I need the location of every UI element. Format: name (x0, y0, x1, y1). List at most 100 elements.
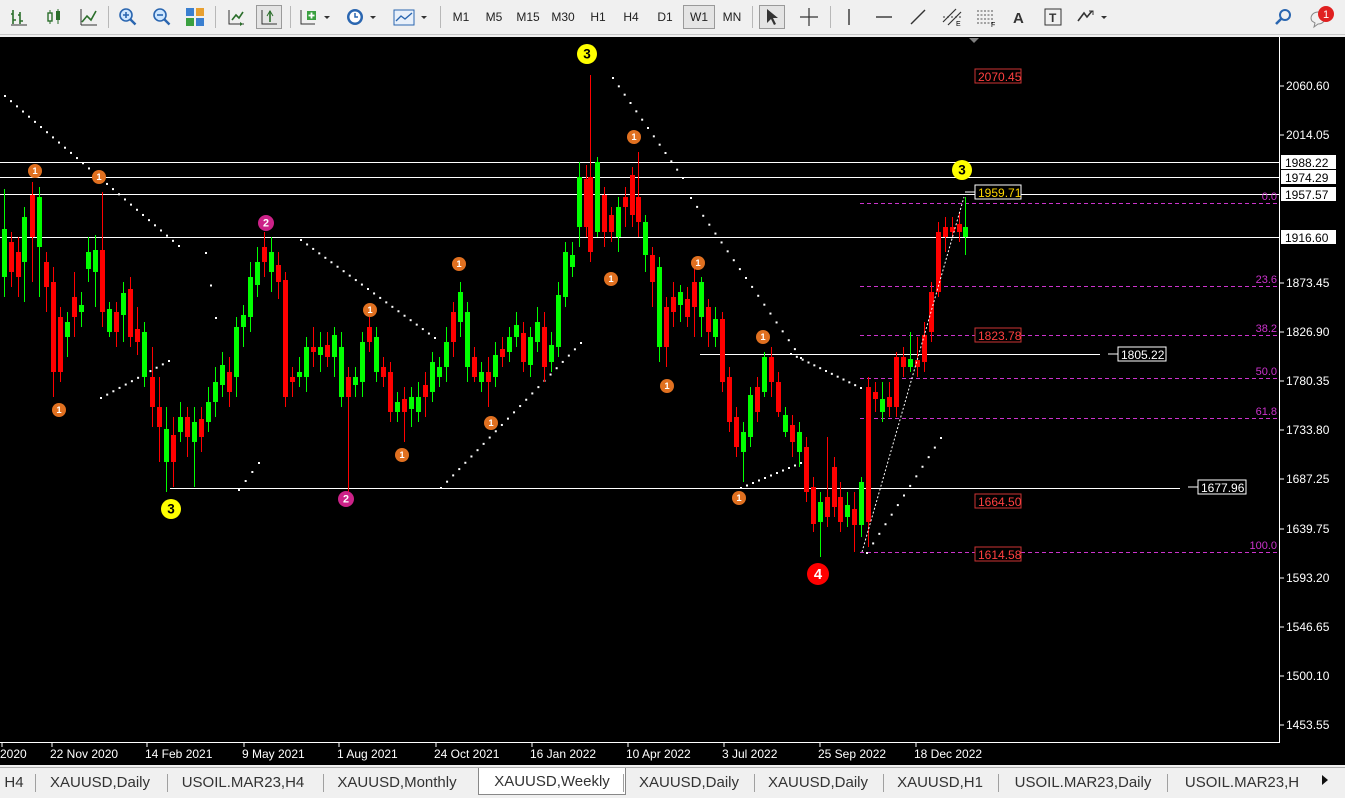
price-chart[interactable]: 1988.221974.29 1957.57 1916.60 0.0 23.6 38.2… (0, 37, 1345, 765)
timeframe-m1-button[interactable]: M1 (445, 5, 477, 29)
chart-tab[interactable]: USOIL.MAR23,H4 (172, 771, 314, 794)
time-tick-label: 22 Nov 2020 (50, 747, 118, 761)
sar-dot (702, 214, 705, 217)
sar-dot (148, 219, 150, 222)
line-price-tag: 1805.22 (1121, 348, 1165, 362)
timeframe-m5-button[interactable]: M5 (478, 5, 510, 29)
candle-body (213, 382, 218, 402)
timeframe-h4-button[interactable]: H4 (615, 5, 647, 29)
trendline-icon[interactable] (905, 5, 931, 29)
timeframe-w1-button[interactable]: W1 (683, 5, 715, 29)
sar-dot (757, 294, 760, 297)
elliott-wave-label: 1 (456, 259, 461, 270)
periods-icon[interactable] (344, 5, 380, 29)
chart-tab[interactable]: XAUUSD,Monthly (328, 771, 466, 794)
candle-body (845, 505, 850, 517)
sar-dot (205, 252, 207, 254)
candle-body (9, 242, 14, 272)
arrows-icon[interactable] (1074, 5, 1112, 29)
candle-body (416, 397, 421, 412)
chart-tab[interactable]: USOIL.MAR23,H (1172, 771, 1312, 794)
horizontal-line-icon[interactable] (871, 5, 897, 29)
sar-dot (878, 532, 881, 535)
zoom-out-icon[interactable] (149, 5, 175, 29)
autoscroll-icon[interactable] (223, 5, 249, 29)
vertical-line-icon[interactable] (836, 5, 862, 29)
tab-separator (998, 774, 999, 792)
candle-body (30, 195, 35, 237)
sar-dot (210, 284, 212, 287)
search-icon[interactable] (1270, 5, 1296, 29)
sar-dot (446, 480, 449, 483)
price-tick-label: 1453.55 (1286, 718, 1330, 732)
sar-dot (658, 143, 661, 146)
tab-scroll-right-icon[interactable] (1322, 775, 1328, 785)
sar-dot (482, 442, 485, 445)
candle-body (748, 395, 753, 437)
sar-dot (652, 135, 655, 138)
candlestick-icon[interactable] (41, 5, 67, 29)
sar-dot (142, 213, 144, 216)
candle-body (609, 215, 614, 232)
candle-body (535, 322, 540, 342)
candle-body (86, 252, 91, 269)
sar-dot (28, 115, 30, 118)
tile-windows-icon[interactable] (182, 5, 208, 29)
fib-price-tag: 1823.78 (978, 329, 1022, 343)
tab-separator (167, 774, 168, 792)
sar-dot (782, 469, 784, 472)
chart-shift-icon[interactable] (256, 5, 282, 29)
sar-dot (124, 383, 127, 386)
templates-icon[interactable] (392, 5, 430, 29)
indicators-icon[interactable] (298, 5, 334, 29)
chart-tab[interactable]: XAUUSD,Daily (759, 771, 877, 794)
chart-tab[interactable]: USOIL.MAR23,Daily (1003, 771, 1163, 794)
timeframe-d1-button[interactable]: D1 (649, 5, 681, 29)
sar-dot (155, 366, 158, 369)
elliott-wave-label: 1 (56, 405, 61, 416)
zoom-in-icon[interactable] (115, 5, 141, 29)
sar-dot (494, 430, 497, 433)
candle-body (93, 250, 98, 272)
elliott-wave-label: 3 (167, 502, 175, 517)
sar-dot (807, 361, 810, 364)
text-icon[interactable]: A (1006, 5, 1032, 29)
candle-body (472, 357, 477, 377)
candle-body (290, 377, 295, 382)
sar-dot (421, 328, 424, 331)
cursor-icon[interactable] (759, 5, 785, 29)
candle-body (192, 422, 197, 442)
candle-body (388, 372, 393, 412)
line-chart-icon[interactable] (76, 5, 102, 29)
chart-tab[interactable]: XAUUSD,Daily (628, 771, 750, 794)
sar-dot (318, 252, 321, 255)
chart-tab[interactable]: H4 (0, 771, 28, 794)
candle-body (852, 509, 857, 525)
crosshair-icon[interactable] (796, 5, 822, 29)
text-label-icon[interactable]: T (1040, 5, 1066, 29)
chart-tab[interactable]: XAUUSD,Weekly (478, 768, 626, 795)
candle-body (825, 497, 830, 517)
sar-dot (506, 417, 509, 420)
timeframe-m30-button[interactable]: M30 (547, 5, 579, 29)
sar-dot (244, 480, 247, 482)
candle-body (381, 367, 386, 377)
sar-dot (166, 234, 168, 237)
chart-tab[interactable]: XAUUSD,Daily (40, 771, 160, 794)
sar-dot (391, 305, 394, 308)
sar-dot (476, 449, 479, 452)
bar-chart-icon[interactable] (6, 5, 32, 29)
timeframe-mn-button[interactable]: MN (716, 5, 748, 29)
fibonacci-icon[interactable]: F (973, 5, 999, 29)
candle-body (395, 402, 400, 412)
candle-body (72, 297, 77, 317)
sar-dot (112, 390, 115, 393)
candle-body (65, 322, 70, 337)
timeframe-h1-button[interactable]: H1 (582, 5, 614, 29)
timeframe-m15-button[interactable]: M15 (512, 5, 544, 29)
sar-dot (154, 224, 156, 227)
channel-icon[interactable]: E (939, 5, 965, 29)
notification-icon[interactable]: 1 (1305, 5, 1339, 29)
sar-dot (531, 392, 534, 395)
chart-tab[interactable]: XAUUSD,H1 (888, 771, 992, 794)
